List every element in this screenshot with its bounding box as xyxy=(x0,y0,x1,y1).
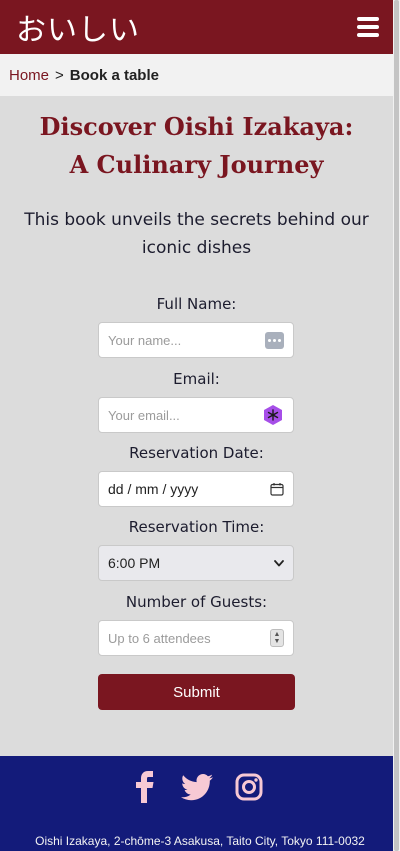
site-footer: Oishi Izakaya, 2-chōme-3 Asakusa, Taito … xyxy=(0,756,393,851)
social-links xyxy=(0,770,393,804)
email-label: Email: xyxy=(173,370,220,388)
site-logo[interactable]: おいしい xyxy=(16,5,140,49)
full-name-placeholder: Your name... xyxy=(108,332,182,348)
reservation-date-label: Reservation Date: xyxy=(129,444,264,462)
reservation-time-label: Reservation Time: xyxy=(128,518,265,536)
reservation-date-input[interactable]: dd / mm / yyyy xyxy=(98,471,294,507)
breadcrumb-home-link[interactable]: Home xyxy=(9,67,49,84)
email-input[interactable]: Your email... xyxy=(98,397,294,433)
calendar-icon[interactable] xyxy=(270,482,284,496)
reservation-date-value: dd / mm / yyyy xyxy=(108,481,199,497)
breadcrumb-separator: > xyxy=(55,66,64,84)
reservation-time-value: 6:00 PM xyxy=(108,555,161,571)
site-header: おいしい xyxy=(0,0,393,54)
email-placeholder: Your email... xyxy=(108,407,180,423)
autofill-dots-icon[interactable] xyxy=(265,331,284,349)
reservation-time-select[interactable]: 6:00 PM xyxy=(98,545,294,581)
scrollbar-thumb[interactable] xyxy=(394,0,399,851)
instagram-icon[interactable] xyxy=(232,770,266,804)
guests-placeholder: Up to 6 attendees xyxy=(108,630,211,646)
submit-button[interactable]: Submit xyxy=(98,674,295,710)
facebook-icon[interactable] xyxy=(128,770,162,804)
page-title: Discover Oishi Izakaya: A Culinary Journ… xyxy=(39,112,354,179)
footer-address: Oishi Izakaya, 2-chōme-3 Asakusa, Taito … xyxy=(35,834,365,848)
guests-label: Number of Guests: xyxy=(125,593,268,611)
full-name-label: Full Name: xyxy=(156,295,237,313)
hamburger-menu-icon[interactable] xyxy=(357,17,379,37)
main-content: Discover Oishi Izakaya: A Culinary Journ… xyxy=(0,96,393,756)
page-subtitle: This book unveils the secrets behind our… xyxy=(24,210,369,258)
full-name-input[interactable]: Your name... xyxy=(98,322,294,358)
breadcrumb: Home > Book a table xyxy=(0,54,393,96)
twitter-icon[interactable] xyxy=(180,770,214,804)
breadcrumb-current: Book a table xyxy=(69,66,159,84)
chevron-down-icon xyxy=(274,559,284,566)
number-stepper-icon[interactable]: ▲ ▼ xyxy=(270,629,284,647)
password-manager-icon[interactable] xyxy=(262,404,284,426)
guests-input[interactable]: Up to 6 attendees ▲ ▼ xyxy=(98,620,294,656)
